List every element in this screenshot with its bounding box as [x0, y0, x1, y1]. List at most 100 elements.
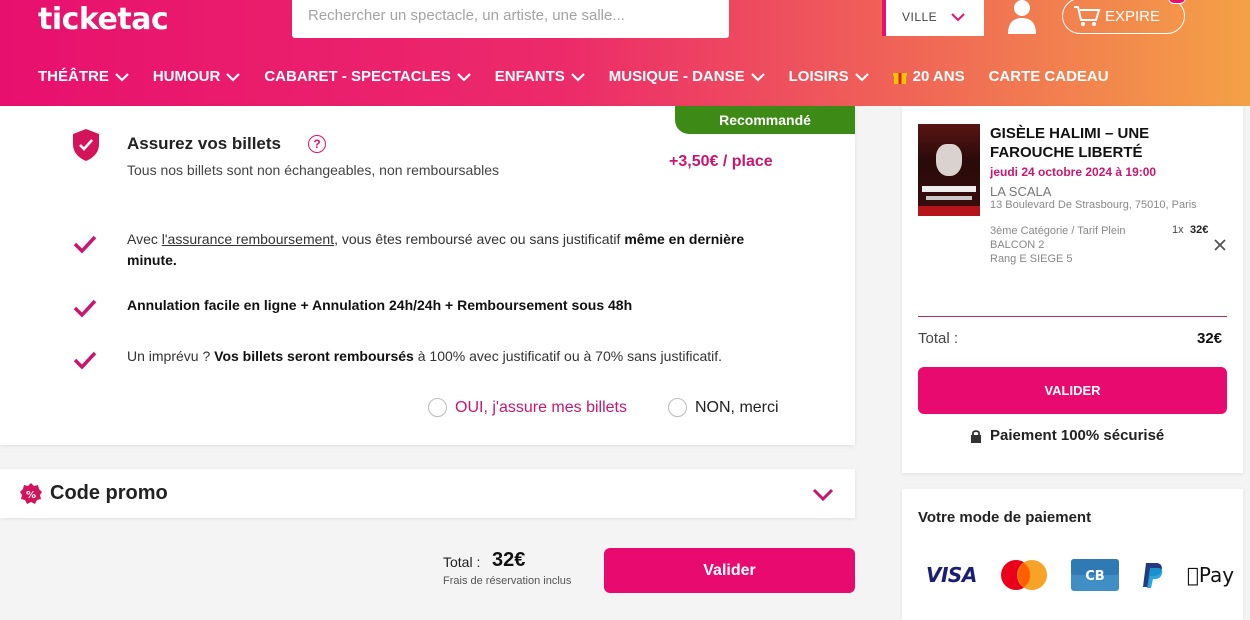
chevron-down-icon [226, 72, 241, 82]
chevron-down-icon [456, 72, 471, 82]
chevron-down-icon [115, 72, 129, 82]
feature-unforeseen: Un imprévu ? Vos billets seront rembours… [127, 346, 787, 367]
lock-icon [971, 429, 981, 443]
search-box[interactable] [292, 0, 729, 38]
mastercard-logo [1000, 560, 1047, 590]
cart-label: EXPIRE [1105, 7, 1161, 25]
check-icon [73, 235, 97, 254]
chevron-down-icon [951, 12, 965, 21]
summary-validate-button[interactable]: VALIDER [918, 367, 1227, 414]
option-yes-label: OUI, j'assure mes billets [455, 398, 627, 416]
insurance-no-option[interactable]: NON, merci [668, 398, 779, 417]
venue-name: LA SCALA [990, 184, 1052, 199]
close-icon[interactable] [1214, 239, 1226, 251]
gift-icon [892, 73, 907, 84]
show-poster [918, 124, 980, 216]
ticket-price: 32€ [1190, 224, 1209, 236]
secure-payment-note: Paiement 100% sécurisé [970, 427, 1164, 444]
feature-bold: Annulation facile en ligne + Annulation … [127, 297, 633, 313]
apple-pay-text: Pay [1186, 563, 1234, 587]
feature-cancellation: Annulation facile en ligne + Annulation … [127, 295, 787, 316]
recommended-badge: Recommandé [675, 106, 855, 134]
city-select-label: VILLE [902, 10, 938, 24]
chevron-down-icon [570, 72, 585, 82]
insurance-panel: Recommandé Assurez vos billets ? Tous no… [0, 106, 855, 445]
ticket-quantity: 1x [1172, 224, 1184, 236]
nav-label: LOISIRS [788, 67, 849, 85]
chevron-down-icon [854, 72, 869, 82]
payment-methods-panel: Votre mode de paiement VISA CB Pay [902, 489, 1243, 620]
svg-text:CB: CB [1085, 569, 1104, 584]
payment-logos: VISA CB Pay [926, 559, 1234, 591]
payment-title: Votre mode de paiement [918, 509, 1092, 526]
feature-text: à 100% avec justificatif ou à 70% sans j… [413, 348, 723, 364]
chevron-down-icon [750, 72, 765, 82]
nav-theatre[interactable]: THÉÂTRE [38, 68, 129, 85]
promo-code-panel[interactable]: % Code promo [0, 469, 855, 518]
nav-label: CARTE CADEAU [988, 67, 1109, 85]
visa-logo: VISA [926, 563, 977, 587]
feature-text: , vous êtes remboursé avec ou sans justi… [334, 231, 625, 247]
cart-icon [1074, 6, 1101, 26]
help-icon[interactable]: ? [308, 135, 326, 153]
seat-details: 3ème Catégorie / Tarif Plein BALCON 2 Ra… [990, 224, 1126, 266]
check-icon [73, 299, 97, 318]
nav-label: 20 ANS [912, 67, 965, 85]
nav-label: MUSIQUE - DANSE [608, 67, 745, 85]
feature-text: Avec [127, 231, 162, 247]
site-logo[interactable]: ticketac [38, 2, 169, 37]
show-title: GISÈLE HALIMI – UNE FAROUCHE LIBERTÉ [990, 125, 1150, 161]
nav-20-ans[interactable]: 20 ANS [892, 67, 965, 85]
feature-refund: Avec l'assurance remboursement, vous ête… [127, 229, 787, 271]
nav-carte-cadeau[interactable]: CARTE CADEAU [989, 68, 1109, 85]
order-summary: GISÈLE HALIMI – UNE FAROUCHE LIBERTÉ jeu… [902, 106, 1243, 473]
insurance-link[interactable]: l'assurance remboursement [162, 231, 334, 247]
chevron-down-icon[interactable] [812, 488, 834, 502]
bottom-total-amount: 32€ [492, 549, 526, 571]
validate-button[interactable]: Valider [604, 548, 855, 593]
insurance-subtitle: Tous nos billets sont non échangeables, … [127, 162, 500, 178]
percent-badge-icon: % [20, 483, 42, 504]
main-nav: THÉÂTRE HUMOUR CABARET - SPECTACLES ENFA… [38, 66, 1133, 86]
fees-note: Frais de réservation inclus [443, 575, 572, 587]
promo-title: Code promo [50, 482, 168, 504]
seat-category: 3ème Catégorie / Tarif Plein [990, 225, 1126, 237]
insurance-title: Assurez vos billets [127, 134, 282, 153]
cb-logo: CB [1070, 559, 1119, 591]
city-select[interactable]: VILLE [882, 0, 984, 36]
nav-label: ENFANTS [494, 67, 565, 85]
nav-label: HUMOUR [152, 67, 221, 85]
apple-pay-logo: Pay [1187, 563, 1234, 587]
shield-check-icon [73, 129, 99, 161]
feature-bold: Vos billets seront remboursés [214, 348, 414, 364]
paypal-logo [1142, 563, 1163, 588]
nav-humour[interactable]: HUMOUR [153, 68, 241, 85]
divider [918, 316, 1227, 317]
nav-enfants[interactable]: ENFANTS [495, 68, 585, 85]
nav-cabaret[interactable]: CABARET - SPECTACLES [264, 67, 471, 85]
nav-musique-danse[interactable]: MUSIQUE - DANSE [609, 68, 765, 85]
nav-label: CABARET - SPECTACLES [264, 67, 451, 85]
svg-text:%: % [26, 490, 36, 501]
radio-yes[interactable] [428, 398, 447, 417]
cart-button[interactable]: EXPIRE [1062, 0, 1185, 34]
summary-total-amount: 32€ [1197, 330, 1223, 347]
secure-note-text: Paiement 100% sécurisé [990, 427, 1165, 444]
nav-label: THÉÂTRE [38, 67, 109, 85]
radio-no[interactable] [668, 398, 687, 417]
summary-total-label: Total : [918, 330, 959, 347]
insurance-price: +3,50€ / place [669, 153, 773, 170]
seat-zone: BALCON 2 [990, 239, 1045, 251]
insurance-yes-option[interactable]: OUI, j'assure mes billets [428, 398, 627, 417]
search-input[interactable] [308, 7, 713, 24]
feature-text: Un imprévu ? [127, 348, 215, 364]
bottom-total-label: Total : [443, 554, 481, 570]
seat-position: Rang E SIEGE 5 [990, 253, 1073, 265]
nav-loisirs[interactable]: LOISIRS [789, 68, 869, 85]
cart-badge [1168, 0, 1186, 4]
option-no-label: NON, merci [695, 398, 779, 416]
site-header: ticketac VILLE EXPIRE THÉÂTRE HUMOUR CAB… [0, 0, 1250, 106]
check-icon [73, 351, 97, 370]
user-icon[interactable] [1006, 0, 1038, 34]
show-date: jeudi 24 octobre 2024 à 19:00 [990, 165, 1157, 179]
